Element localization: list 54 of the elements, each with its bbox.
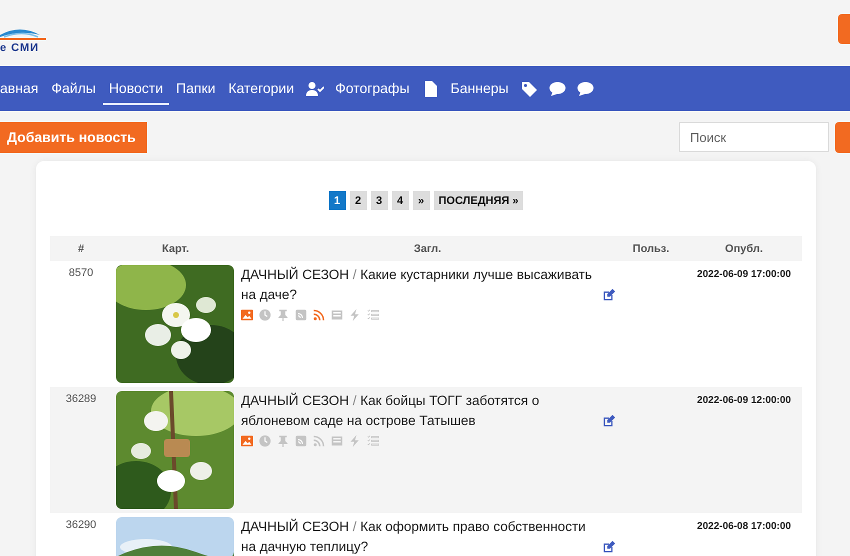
column-header: Польз. bbox=[632, 242, 670, 254]
add-news-button[interactable]: Добавить новость bbox=[0, 122, 147, 152]
nav-link[interactable]: Новости bbox=[102, 72, 170, 104]
page-button[interactable]: 3 bbox=[370, 191, 388, 210]
news-id: 36289 bbox=[66, 393, 96, 405]
news-id: 8570 bbox=[68, 267, 94, 279]
column-header: # bbox=[78, 242, 84, 254]
edit-icon[interactable] bbox=[602, 540, 616, 554]
publish-date: 2022-06-08 17:00:00 bbox=[697, 521, 791, 532]
nav-link[interactable]: Фотографы bbox=[329, 72, 416, 104]
table-icon[interactable] bbox=[331, 435, 343, 447]
column-header: Карт. bbox=[162, 242, 190, 254]
pin-icon[interactable] bbox=[277, 309, 289, 321]
clock-icon[interactable] bbox=[259, 435, 271, 447]
checklist-icon[interactable] bbox=[367, 435, 379, 447]
nav-link[interactable]: Баннеры bbox=[444, 72, 515, 104]
image-icon[interactable] bbox=[241, 309, 253, 321]
publish-date: 2022-06-09 12:00:00 bbox=[697, 395, 791, 406]
pin-icon[interactable] bbox=[277, 435, 289, 447]
checklist-icon[interactable] bbox=[367, 309, 379, 321]
nav-link[interactable]: Категории bbox=[222, 72, 300, 104]
nav-link[interactable]: Файлы bbox=[45, 72, 102, 104]
nav-link[interactable]: Папки bbox=[170, 72, 222, 104]
edit-icon[interactable] bbox=[602, 414, 616, 428]
news-title[interactable]: ДАЧНЫЙ СЕЗОН / Какие кустарники лучше высаживать на даче? bbox=[241, 265, 598, 305]
logo-text: е СМИ bbox=[0, 42, 40, 54]
bolt-icon[interactable] bbox=[349, 435, 361, 447]
publish-date: 2022-06-09 17:00:00 bbox=[697, 269, 791, 280]
tag-icon[interactable] bbox=[520, 80, 539, 96]
bolt-icon[interactable] bbox=[349, 309, 361, 321]
clock-icon[interactable] bbox=[259, 309, 271, 321]
page-button[interactable]: 2 bbox=[350, 191, 367, 210]
comment-icon[interactable] bbox=[576, 80, 595, 96]
rss-icon[interactable] bbox=[313, 435, 325, 447]
rss-square-icon[interactable] bbox=[295, 435, 307, 447]
search-button[interactable] bbox=[835, 122, 850, 152]
nav-link[interactable]: авная bbox=[0, 72, 44, 104]
user-check-icon[interactable] bbox=[306, 80, 324, 96]
comment-icon[interactable] bbox=[548, 80, 567, 96]
column-header: Опубл. bbox=[725, 242, 763, 254]
search-field[interactable]: Поиск bbox=[679, 122, 829, 152]
news-id: 36290 bbox=[66, 519, 96, 531]
page-button[interactable]: 1 bbox=[328, 191, 346, 210]
page-button[interactable]: 4 bbox=[392, 191, 409, 210]
header-button[interactable] bbox=[838, 14, 850, 44]
page-button[interactable]: » bbox=[412, 191, 430, 210]
image-icon[interactable] bbox=[241, 435, 253, 447]
column-header: Загл. bbox=[414, 242, 442, 254]
rss-icon[interactable] bbox=[313, 309, 325, 321]
table-icon[interactable] bbox=[331, 309, 343, 321]
edit-icon[interactable] bbox=[602, 288, 616, 302]
news-title[interactable]: ДАЧНЫЙ СЕЗОН / Как оформить право собственности на дачную теплицу? bbox=[241, 517, 598, 556]
page-button[interactable]: ПОСЛЕДНЯЯ » bbox=[434, 191, 524, 210]
rss-square-icon[interactable] bbox=[295, 309, 307, 321]
